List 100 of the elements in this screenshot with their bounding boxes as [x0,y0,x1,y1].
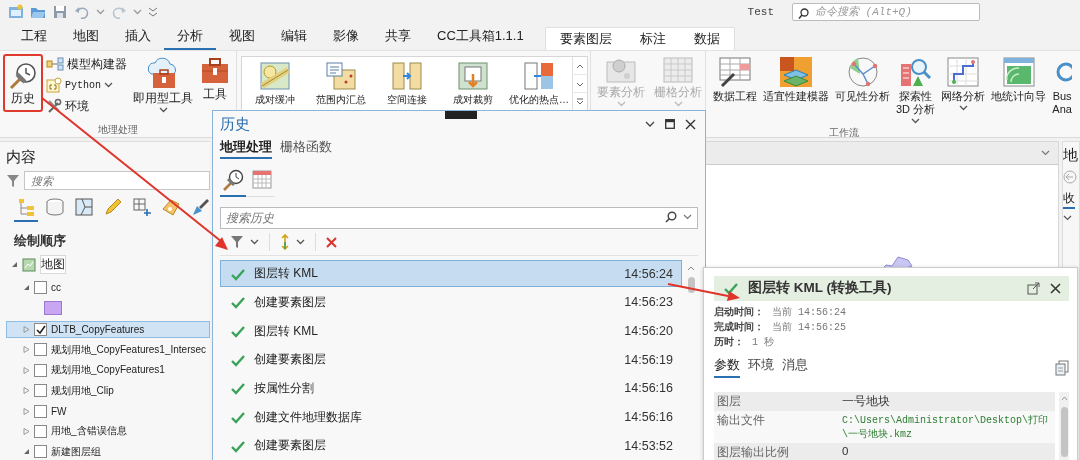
layer-row[interactable]: 新建图层组 [6,443,210,460]
close-icon[interactable] [1050,282,1061,294]
command-search-field[interactable]: 命令搜索 (Alt+Q) [792,3,980,21]
view-tab[interactable] [220,167,246,197]
workflow-button[interactable]: 探索性 3D 分析 [894,54,938,126]
layer-row[interactable]: 规划用地_CopyFeatures1_Intersec [6,341,210,359]
tool-name: 创建文件地理数据库 [254,408,363,426]
new-project-icon[interactable] [8,4,24,20]
ribbon-tab[interactable]: 视图 [216,25,268,50]
checkbox[interactable] [34,343,47,357]
workflow-button[interactable]: 数据工程 [711,54,759,105]
history-entry[interactable]: 图层转 KML 14:56:20 [220,317,682,345]
label-tag-icon[interactable] [161,197,181,217]
search-field[interactable]: 搜索 [24,171,210,190]
chevron-down-icon[interactable] [683,214,692,220]
pop-out-icon[interactable] [1027,281,1040,295]
drag-handle[interactable] [445,111,477,119]
scrollbar-thumb[interactable] [687,277,695,293]
history-entry[interactable]: 图层转 KML 14:56:24 [220,260,682,288]
workflow-button[interactable]: 适宜性建模器 [761,54,831,105]
checkbox[interactable] [34,384,47,398]
map-selection-icon[interactable] [74,197,94,217]
history-button[interactable]: 历史 [3,54,43,112]
gallery-item[interactable]: 空间连接 [374,57,440,113]
checkbox[interactable] [34,445,47,459]
undo-icon[interactable] [74,4,90,20]
layer-row[interactable]: 用地_含错误信息 [6,423,210,440]
detail-tab[interactable]: 参数 [714,357,740,378]
checkbox[interactable] [34,424,47,438]
detail-tab[interactable]: 环境 [748,357,774,378]
ribbon-tab[interactable]: 共享 [372,25,424,50]
timestamp: 14:56:20 [624,324,673,339]
ribbon-tab[interactable]: 标注 [625,30,680,48]
copy-icon[interactable] [1055,359,1069,376]
layer-row[interactable]: DLTB_CopyFeatures [6,321,210,338]
maximize-icon[interactable] [665,119,675,129]
scrollbar[interactable] [1059,392,1069,460]
ribbon-tab[interactable]: 地图 [60,25,112,50]
history-entry[interactable]: 创建要素图层 14:56:23 [220,288,682,316]
sort-button[interactable] [278,232,307,252]
collapse-arrow-icon[interactable] [23,448,30,456]
history-entry[interactable]: 按属性分割 14:56:16 [220,374,682,403]
save-icon[interactable] [52,4,68,20]
layer-row[interactable]: 地图 [6,254,210,275]
ribbon-tab[interactable]: 数据 [679,30,734,48]
tool-button[interactable]: 模型构建器 [43,54,130,74]
panel-tab[interactable]: 地理处理 [220,138,272,159]
expand-arrow-icon[interactable] [23,427,30,435]
python-button[interactable]: Python [43,75,130,95]
layer-row[interactable]: cc [6,279,210,296]
close-icon[interactable] [685,118,696,130]
expand-arrow-icon[interactable] [23,346,30,354]
filter-button[interactable] [228,233,261,251]
layer-row[interactable]: 规划用地_CopyFeatures1 [6,362,210,379]
layer-name: FW [51,405,67,417]
chevron-down-icon[interactable] [645,121,655,127]
panel-tab[interactable]: 栅格函数 [280,138,332,159]
filter-icon[interactable] [6,173,20,188]
collapse-arrow-icon[interactable] [11,261,18,268]
expand-arrow-icon[interactable] [23,387,30,395]
back-icon[interactable] [1063,170,1077,184]
ribbon-tab[interactable]: CC工具箱1.1.1 [424,25,537,50]
expand-arrow-icon[interactable] [23,407,30,415]
layer-row[interactable]: 规划用地_Clip [6,382,210,399]
grid-plus-icon[interactable] [132,197,152,217]
checkbox[interactable] [34,363,47,377]
history-entry[interactable]: 创建要素图层 14:56:19 [220,346,682,374]
customize-icon[interactable] [148,7,158,17]
history-entry[interactable]: 创建文件地理数据库 14:56:16 [220,403,682,431]
database-icon[interactable] [45,197,65,217]
ribbon-tab[interactable]: 编辑 [268,25,320,50]
workflow-button[interactable]: 可见性分析 [833,54,892,105]
gallery-item[interactable]: 范围内汇总 [308,57,374,113]
scrollbar-thumb[interactable] [1060,407,1068,457]
ribbon-tab[interactable]: 要素图层 [545,30,626,48]
workflow-button[interactable]: 网络分析 [939,54,988,113]
detail-tab[interactable]: 消息 [782,357,808,378]
search-icon [798,8,809,19]
expand-arrow-icon[interactable] [23,326,30,334]
collapse-arrow-icon[interactable] [23,283,30,291]
checkbox[interactable] [34,280,47,294]
ribbon-tab[interactable]: 影像 [320,25,372,50]
checkbox[interactable] [34,323,47,337]
workflow-button[interactable]: Bus Ana [1050,54,1075,118]
chevron-down-icon[interactable] [1063,215,1072,221]
pencil-icon[interactable] [103,197,123,217]
tool-button[interactable]: 工具 [196,54,234,103]
search-field[interactable]: 搜索历史 [220,207,698,229]
tool-button[interactable]: 环境 [43,96,130,116]
checkbox[interactable] [34,404,47,418]
ribbon-tab[interactable]: 插入 [112,25,164,50]
tool-button[interactable]: 即用型工具 [130,54,196,115]
expand-arrow-icon[interactable] [23,366,30,374]
layer-row[interactable]: FW [6,402,210,420]
history-entry[interactable]: 创建要素图层 14:53:52 [220,432,682,460]
ribbon-tab[interactable]: 工程 [8,25,60,50]
paintbrush-icon[interactable] [190,197,210,217]
workflow-button[interactable]: 地统计向导 [989,54,1049,105]
pane-tab[interactable]: 收 [1063,190,1075,209]
delete-button[interactable] [324,234,339,250]
